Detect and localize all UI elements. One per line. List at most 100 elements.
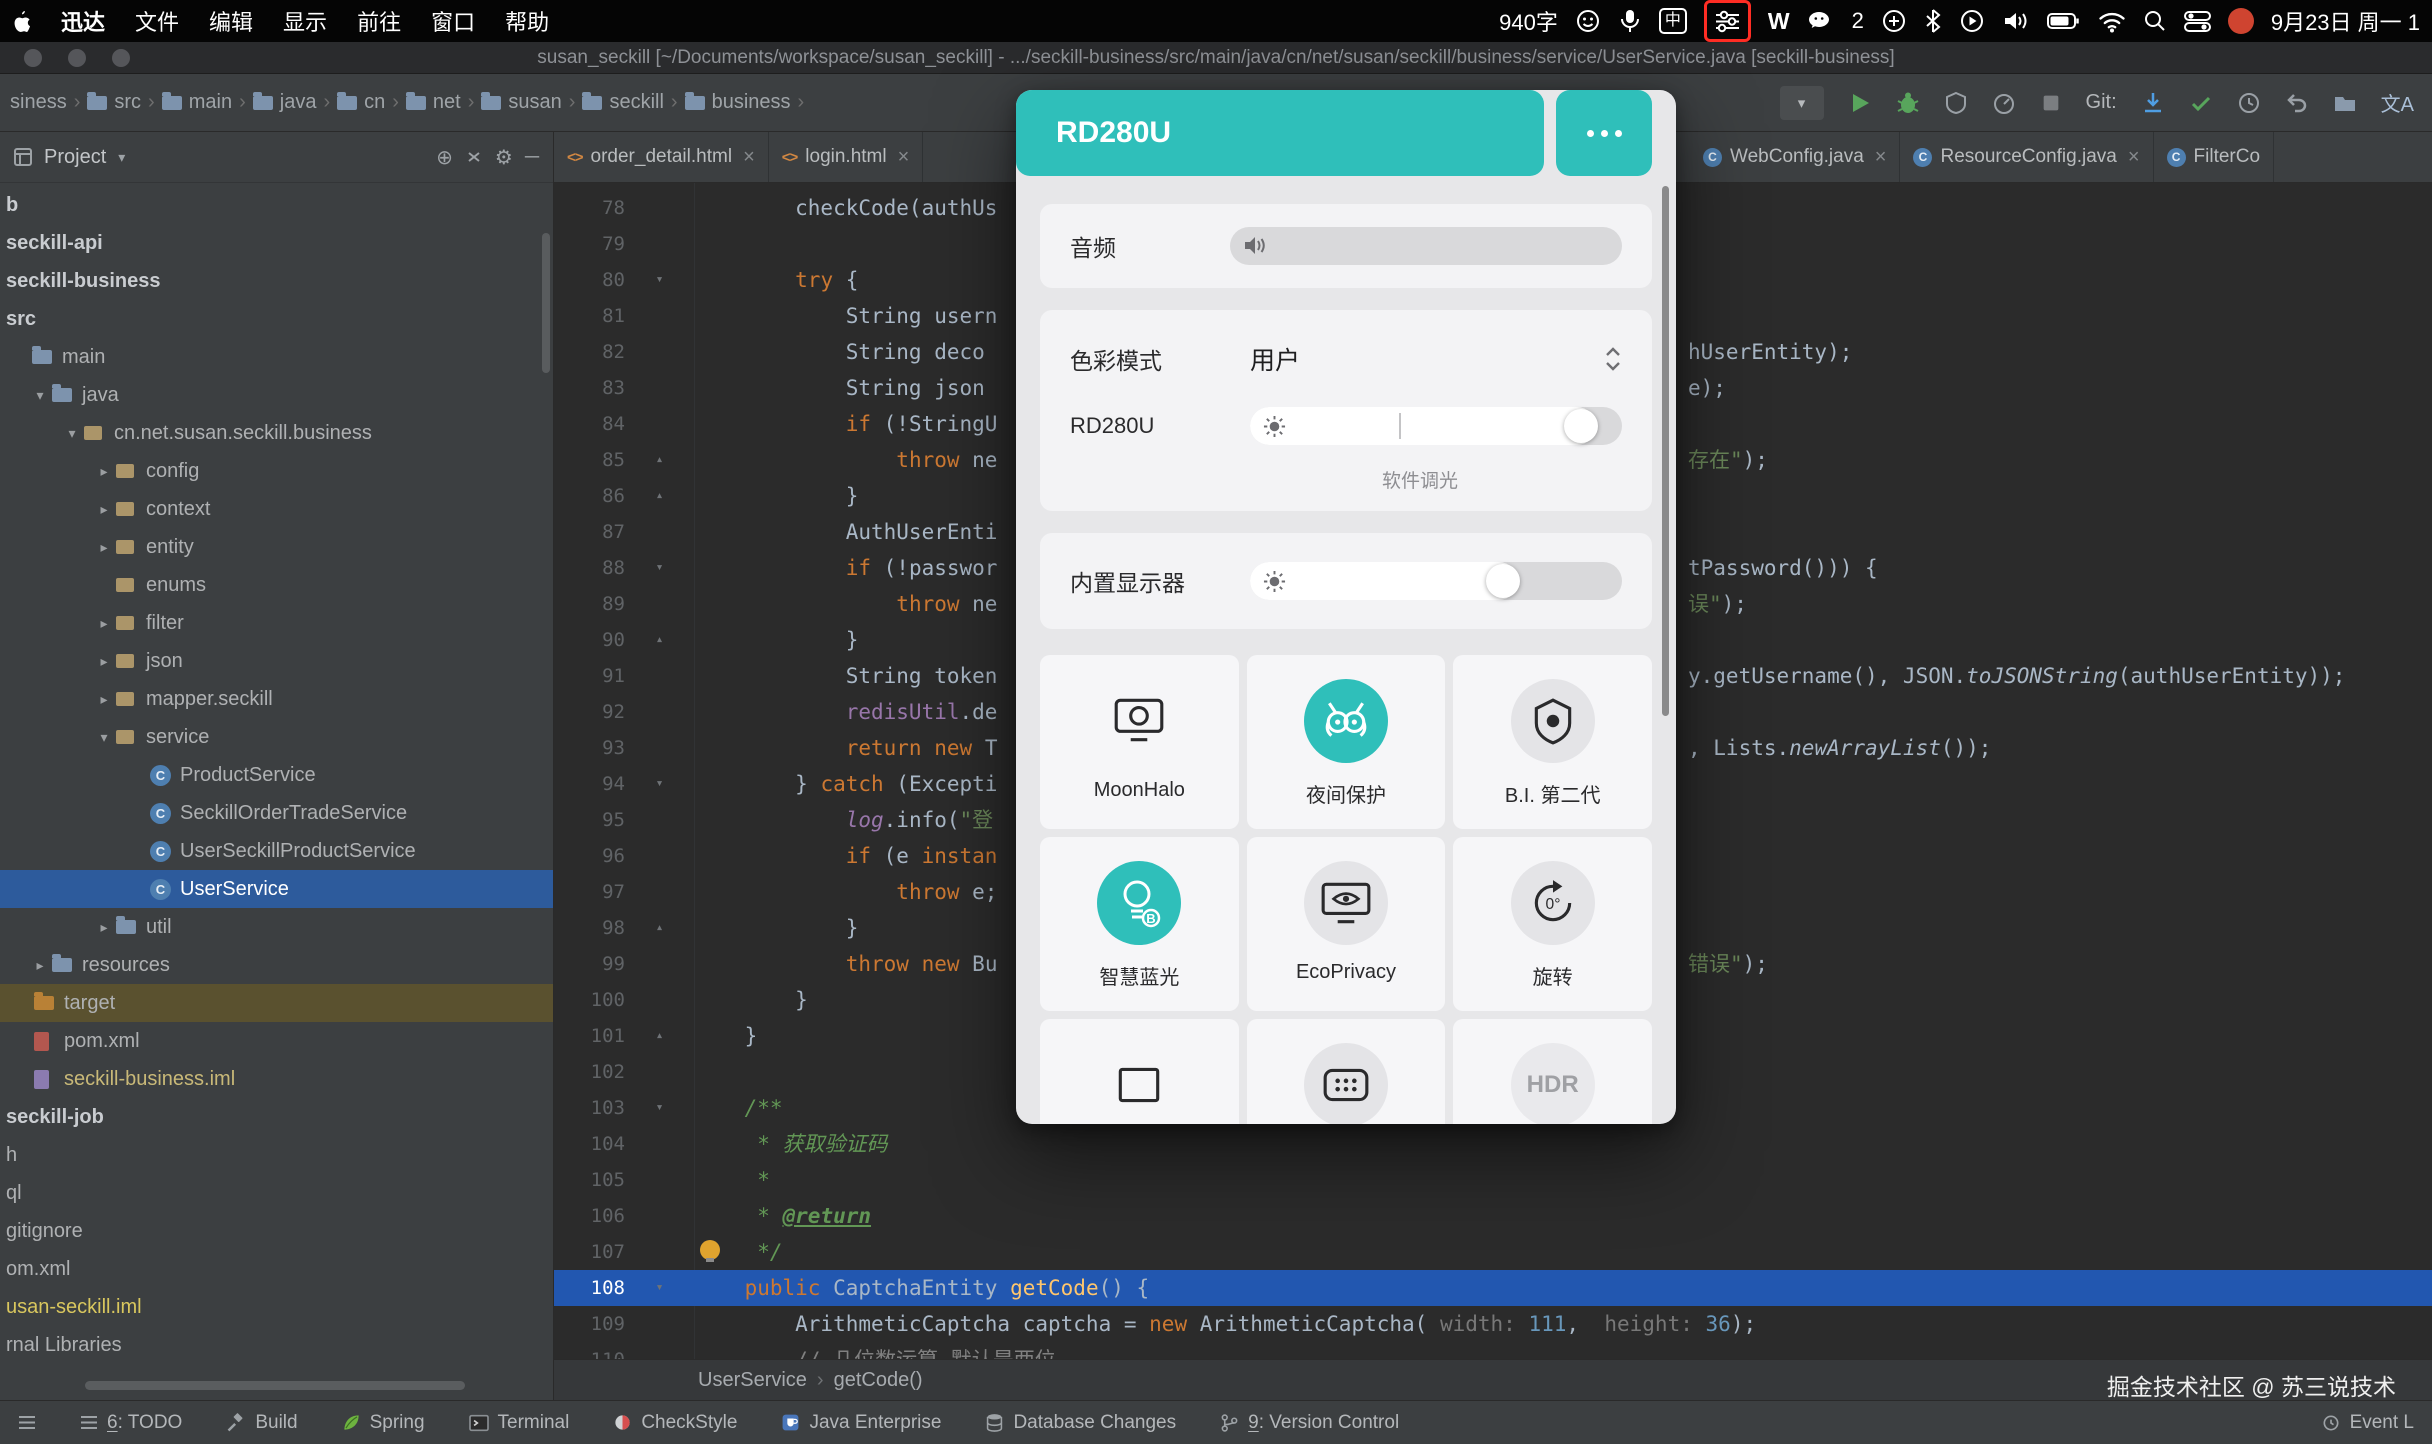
- menu-item[interactable]: 前往: [357, 5, 401, 37]
- tree-item[interactable]: ▸config: [0, 452, 553, 490]
- tree-item[interactable]: om.xml: [0, 1250, 553, 1288]
- statusbar-item-build[interactable]: Build: [226, 1412, 297, 1434]
- translate-button[interactable]: 文A: [2381, 88, 2414, 117]
- statusbar-item-terminal[interactable]: Terminal: [469, 1412, 570, 1434]
- chevron-down-icon[interactable]: ▾: [118, 149, 125, 166]
- tree-arrow-icon[interactable]: ▸: [92, 539, 116, 556]
- fold-marker-icon[interactable]: ▾: [637, 766, 682, 802]
- tree-item[interactable]: SeckillOrderTradeService: [0, 794, 553, 832]
- code-line[interactable]: 104 * 获取验证码: [554, 1126, 2432, 1162]
- wechat-icon[interactable]: [1807, 6, 1835, 36]
- close-icon[interactable]: ×: [2128, 146, 2140, 169]
- breadcrumb-item[interactable]: business: [685, 91, 791, 114]
- panel-scrollbar[interactable]: [1662, 186, 1669, 716]
- input-method-icon[interactable]: 中: [1659, 8, 1687, 34]
- mode-button-hdr[interactable]: HDR: [1453, 1019, 1652, 1124]
- mode-button-rotate[interactable]: 0°旋转: [1453, 837, 1652, 1011]
- statusbar-item-checkstyle[interactable]: CheckStyle: [613, 1412, 737, 1434]
- fold-marker-icon[interactable]: ▴: [637, 1018, 682, 1054]
- tree-item[interactable]: rnal Libraries: [0, 1326, 553, 1364]
- brightness-knob[interactable]: [1564, 409, 1598, 443]
- event-log-item[interactable]: Event L: [2321, 1412, 2414, 1434]
- monitor-brightness-slider[interactable]: [1250, 407, 1622, 445]
- tree-item[interactable]: enums: [0, 566, 553, 604]
- tree-item[interactable]: src: [0, 300, 553, 338]
- mode-button-bi[interactable]: B.I. 第二代: [1453, 655, 1652, 829]
- tree-arrow-icon[interactable]: ▸: [92, 919, 116, 936]
- bluetooth-icon[interactable]: [1924, 6, 1942, 36]
- editor-tab[interactable]: WebConfig.java×: [1690, 132, 1900, 182]
- tree-item[interactable]: main: [0, 338, 553, 376]
- statusbar-item-spring[interactable]: Spring: [342, 1412, 425, 1434]
- tree-arrow-icon[interactable]: ▸: [92, 501, 116, 518]
- tree-item[interactable]: ▸json: [0, 642, 553, 680]
- tool-window-switcher[interactable]: [18, 1415, 36, 1430]
- fold-marker-icon[interactable]: ▴: [637, 442, 682, 478]
- editor-tab[interactable]: order_detail.html×: [554, 132, 769, 182]
- tree-item[interactable]: usan-seckill.iml: [0, 1288, 553, 1326]
- tree-item[interactable]: seckill-job: [0, 1098, 553, 1136]
- fold-marker-icon[interactable]: ▾: [637, 550, 682, 586]
- locate-file-button[interactable]: ⊕: [436, 145, 453, 170]
- profiler-button[interactable]: [1992, 91, 2016, 115]
- collapse-all-button[interactable]: [465, 148, 483, 166]
- tree-arrow-icon[interactable]: ▸: [92, 615, 116, 632]
- play-circle-icon[interactable]: [1959, 6, 1985, 36]
- menu-item[interactable]: 帮助: [505, 5, 549, 37]
- w-app-icon[interactable]: W: [1768, 6, 1790, 36]
- tree-item[interactable]: ▸entity: [0, 528, 553, 566]
- panel-more-button[interactable]: [1556, 90, 1652, 176]
- face-icon[interactable]: [1575, 6, 1601, 36]
- menu-item[interactable]: 编辑: [209, 5, 253, 37]
- tree-item[interactable]: seckill-business.iml: [0, 1060, 553, 1098]
- statusbar-item-9-version-control[interactable]: 9: Version Control: [1220, 1412, 1399, 1434]
- run-button[interactable]: [1848, 91, 1872, 115]
- tree-item[interactable]: ▾cn.net.susan.seckill.business: [0, 414, 553, 452]
- minimize-window-button[interactable]: [68, 49, 86, 67]
- tree-item[interactable]: UserService: [0, 870, 553, 908]
- project-panel-title[interactable]: Project: [44, 146, 106, 169]
- breadcrumb-method[interactable]: getCode(): [834, 1369, 923, 1392]
- tree-item[interactable]: seckill-business: [0, 262, 553, 300]
- breadcrumb-class[interactable]: UserService: [698, 1369, 807, 1392]
- tree-item[interactable]: pom.xml: [0, 1022, 553, 1060]
- builtin-knob[interactable]: [1486, 564, 1520, 598]
- menubar-datetime[interactable]: 9月23日 周一 1: [2271, 5, 2420, 37]
- fold-marker-icon[interactable]: ▾: [637, 1270, 682, 1306]
- statusbar-item-6-todo[interactable]: 6: TODO: [80, 1412, 182, 1434]
- fold-marker-icon[interactable]: ▴: [637, 622, 682, 658]
- audio-slider[interactable]: [1230, 227, 1622, 265]
- breadcrumb-item[interactable]: susan: [481, 91, 561, 114]
- menubar-app-name[interactable]: 迅达: [61, 5, 105, 37]
- tree-arrow-icon[interactable]: ▸: [92, 691, 116, 708]
- tree-item[interactable]: b: [0, 186, 553, 224]
- builtin-brightness-slider[interactable]: [1250, 562, 1622, 600]
- tree-item[interactable]: ▾java: [0, 376, 553, 414]
- tree-arrow-icon[interactable]: ▾: [60, 425, 84, 442]
- mode-button-bulb[interactable]: B智慧蓝光: [1040, 837, 1239, 1011]
- tree-arrow-icon[interactable]: ▸: [92, 653, 116, 670]
- tree-item[interactable]: ▸filter: [0, 604, 553, 642]
- tree-item[interactable]: h: [0, 1136, 553, 1174]
- tree-item[interactable]: ▸util: [0, 908, 553, 946]
- code-line[interactable]: 109 ArithmeticCaptcha captcha = new Arit…: [554, 1306, 2432, 1342]
- close-icon[interactable]: ×: [743, 146, 755, 169]
- statusbar-item-database-changes[interactable]: Database Changes: [985, 1412, 1176, 1434]
- project-folder-button[interactable]: [2333, 93, 2357, 113]
- tree-arrow-icon[interactable]: ▾: [28, 387, 52, 404]
- settings-gear-icon[interactable]: ⚙: [495, 145, 513, 170]
- tree-item[interactable]: ▸resources: [0, 946, 553, 984]
- project-tree-horizontal-scrollbar[interactable]: [85, 1381, 465, 1390]
- tree-item[interactable]: target: [0, 984, 553, 1022]
- mode-button-owl[interactable]: 夜间保护: [1247, 655, 1446, 829]
- volume-icon[interactable]: [2002, 6, 2030, 36]
- breadcrumb-item[interactable]: seckill: [582, 91, 663, 114]
- debug-button[interactable]: [1896, 90, 1920, 116]
- git-commit-button[interactable]: [2189, 91, 2213, 115]
- fold-marker-icon[interactable]: ▴: [637, 478, 682, 514]
- git-update-button[interactable]: [2141, 91, 2165, 115]
- stepper-chevrons-icon[interactable]: [1604, 346, 1622, 372]
- tree-item[interactable]: ▸mapper.seckill: [0, 680, 553, 718]
- plus-circle-icon[interactable]: [1881, 6, 1907, 36]
- menu-item[interactable]: 显示: [283, 5, 327, 37]
